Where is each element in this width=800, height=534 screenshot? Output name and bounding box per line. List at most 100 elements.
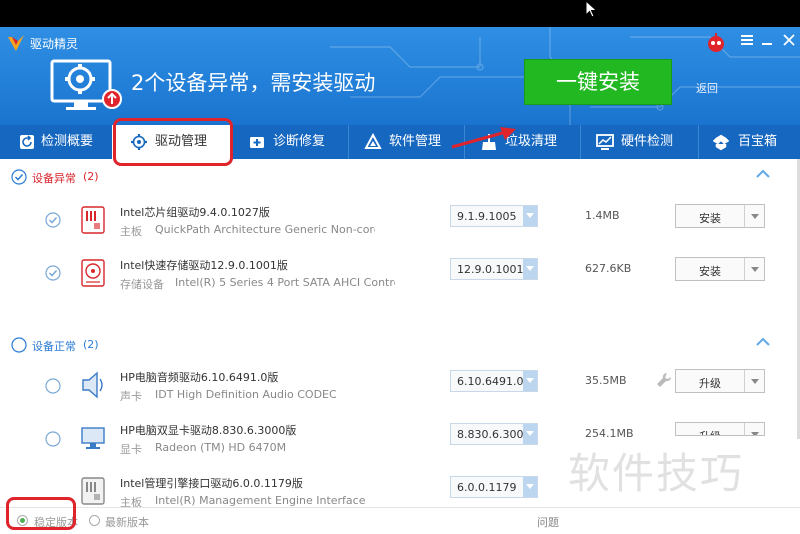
chevron-down-icon[interactable] [744, 423, 764, 435]
driver-description: Intel(R) 5 Series 4 Port SATA AHCI Contr… [175, 276, 395, 289]
driver-category: 声卡 [120, 390, 142, 403]
motherboard-icon [81, 477, 105, 505]
version-select[interactable]: 8.830.6.3000 [450, 423, 538, 445]
install-driver-button[interactable]: 安装 [675, 204, 765, 228]
driver-size: 254.1MB [585, 427, 634, 440]
version-select[interactable]: 12.9.0.1001 [450, 258, 538, 280]
tab-label: 诊断修复 [273, 134, 326, 149]
tab-divider [698, 125, 699, 159]
driver-name: Intel管理引擎接口驱动6.0.0.1179版 [120, 477, 303, 490]
check-circle-icon[interactable] [45, 212, 61, 228]
tab-label: 软件管理 [389, 134, 442, 149]
driver-size: 1.4MB [585, 209, 620, 222]
version-value: 9.1.9.1005 [457, 210, 517, 223]
driver-size: 35.5MB [585, 374, 627, 387]
check-circle-icon[interactable] [11, 169, 27, 185]
driver-genius-logo-icon [8, 35, 24, 51]
desktop-top-strip [0, 0, 800, 27]
check-circle-icon[interactable] [45, 265, 61, 281]
upgrade-driver-button[interactable]: 升级 [675, 422, 765, 436]
version-value: 12.9.0.1001 [457, 263, 524, 276]
tab-divider [580, 125, 581, 159]
version-select[interactable]: 6.10.6491.0 [450, 370, 538, 392]
close-icon[interactable] [782, 33, 796, 47]
triangle-logo-icon [364, 133, 382, 149]
box-icon [712, 134, 730, 151]
minimize-icon[interactable] [760, 33, 774, 47]
circle-unchecked-icon[interactable] [11, 337, 27, 353]
chevron-down-icon[interactable] [744, 370, 764, 392]
menu-icon[interactable] [740, 33, 754, 47]
back-link[interactable]: 返回 [696, 80, 718, 96]
driver-category: 存储设备 [120, 278, 164, 291]
install-driver-button[interactable]: 安装 [675, 257, 765, 281]
driver-description: IDT High Definition Audio CODEC [155, 388, 337, 401]
tab-diagnosis-repair[interactable]: 诊断修复 [232, 125, 348, 159]
version-value: 6.10.6491.0 [457, 375, 524, 388]
watermark-text: 软件技巧 [568, 449, 745, 498]
driver-category: 显卡 [120, 443, 142, 456]
mouse-cursor-icon [585, 0, 598, 18]
tab-software-management[interactable]: 软件管理 [348, 125, 464, 159]
driver-name: Intel快速存储驱动12.9.0.1001版 [120, 259, 288, 272]
chevron-down-icon [523, 206, 537, 226]
highlight-box-driver-tab [113, 118, 233, 166]
driver-name: HP电脑音频驱动6.10.6491.0版 [120, 371, 279, 384]
wrench-icon[interactable] [656, 372, 672, 388]
tab-label: 硬件检测 [621, 134, 674, 149]
tab-toolbox[interactable]: 百宝箱 [698, 125, 800, 159]
chevron-down-icon [523, 259, 537, 279]
version-mode-footer: 稳定版本 最新版本 问题 [0, 507, 800, 534]
action-label: 安装 [699, 265, 721, 278]
motherboard-icon [81, 206, 105, 234]
monitor-chart-icon [596, 134, 614, 150]
group-header-normal[interactable]: 设备正常 (2) [0, 335, 800, 357]
chevron-down-icon [523, 371, 537, 391]
chevron-up-icon[interactable] [755, 336, 771, 348]
tab-label: 检测概要 [41, 134, 94, 149]
driver-size: 627.6KB [585, 262, 632, 275]
upgrade-driver-button[interactable]: 升级 [675, 369, 765, 393]
computer-gear-illustration-icon [50, 59, 122, 110]
group-label: 设备异常 [32, 172, 76, 185]
latest-version-label[interactable]: 最新版本 [105, 514, 149, 530]
version-select[interactable]: 6.0.0.1179 [450, 476, 538, 498]
red-arrow-annotation [451, 127, 516, 149]
hard-disk-icon [81, 259, 105, 287]
group-count: (2) [83, 338, 99, 351]
driver-name: HP电脑双显卡驱动8.830.6.3000版 [120, 424, 297, 437]
latest-version-radio[interactable] [89, 515, 100, 526]
version-select[interactable]: 9.1.9.1005 [450, 205, 538, 227]
highlight-box-stable-version [6, 497, 76, 530]
action-label: 升级 [699, 377, 721, 390]
issue-feedback-link[interactable]: 问题 [537, 514, 559, 530]
tab-hardware-detection[interactable]: 硬件检测 [580, 125, 698, 159]
version-value: 6.0.0.1179 [457, 481, 517, 494]
medical-kit-icon [250, 137, 264, 148]
headline-status: 2个设备异常，需安装驱动 [131, 71, 376, 95]
chevron-down-icon[interactable] [744, 258, 764, 280]
chevron-up-icon[interactable] [755, 168, 771, 180]
group-label: 设备正常 [32, 340, 76, 353]
circle-unchecked-icon[interactable] [45, 378, 61, 394]
refresh-icon [20, 135, 34, 149]
display-icon [81, 427, 105, 449]
driver-category: 主板 [120, 225, 142, 238]
group-header-abnormal[interactable]: 设备异常 (2) [0, 167, 800, 189]
tab-label: 百宝箱 [738, 134, 778, 149]
version-value: 8.830.6.3000 [457, 428, 531, 441]
driver-row: HP电脑音频驱动6.10.6491.0版 声卡 IDT High Definit… [0, 364, 800, 416]
app-header: 驱动精灵 2个设备异常，需安装驱动 一键安装 返回 [0, 27, 800, 125]
tab-detection-overview[interactable]: 检测概要 [0, 125, 112, 159]
robot-mascot-icon[interactable] [706, 32, 726, 54]
action-label: 升级 [676, 428, 744, 435]
speaker-icon [82, 371, 103, 399]
driver-row: Intel快速存储驱动12.9.0.1001版 存储设备 Intel(R) 5 … [0, 252, 800, 304]
circle-unchecked-icon[interactable] [45, 431, 61, 447]
driver-description: QuickPath Architecture Generic Non-core.… [155, 223, 375, 236]
driver-name: Intel芯片组驱动9.4.0.1027版 [120, 206, 270, 219]
group-count: (2) [83, 170, 99, 183]
one-click-install-button[interactable]: 一键安装 [524, 59, 672, 105]
chevron-down-icon[interactable] [744, 205, 764, 227]
action-label: 安装 [699, 212, 721, 225]
